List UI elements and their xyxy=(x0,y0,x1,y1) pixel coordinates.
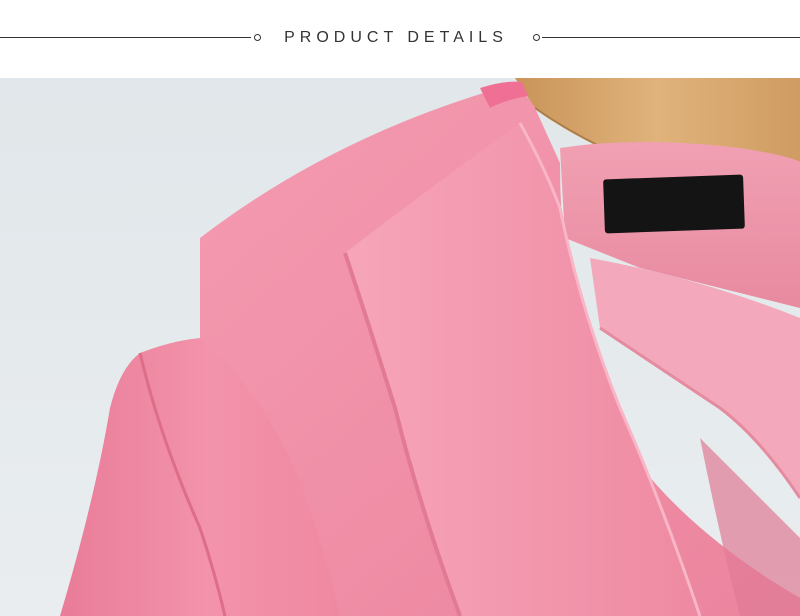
neck-tag xyxy=(603,174,745,234)
product-details-page: PRODUCT DETAILS xyxy=(0,0,800,616)
section-header: PRODUCT DETAILS xyxy=(0,0,800,78)
circle-ornament-left xyxy=(254,34,261,41)
divider-line-left xyxy=(0,37,251,38)
section-title: PRODUCT DETAILS xyxy=(284,29,508,46)
divider-line-right xyxy=(542,37,800,38)
blazer-photo-illustration xyxy=(0,78,800,616)
circle-ornament-right xyxy=(533,34,540,41)
product-photo xyxy=(0,78,800,616)
